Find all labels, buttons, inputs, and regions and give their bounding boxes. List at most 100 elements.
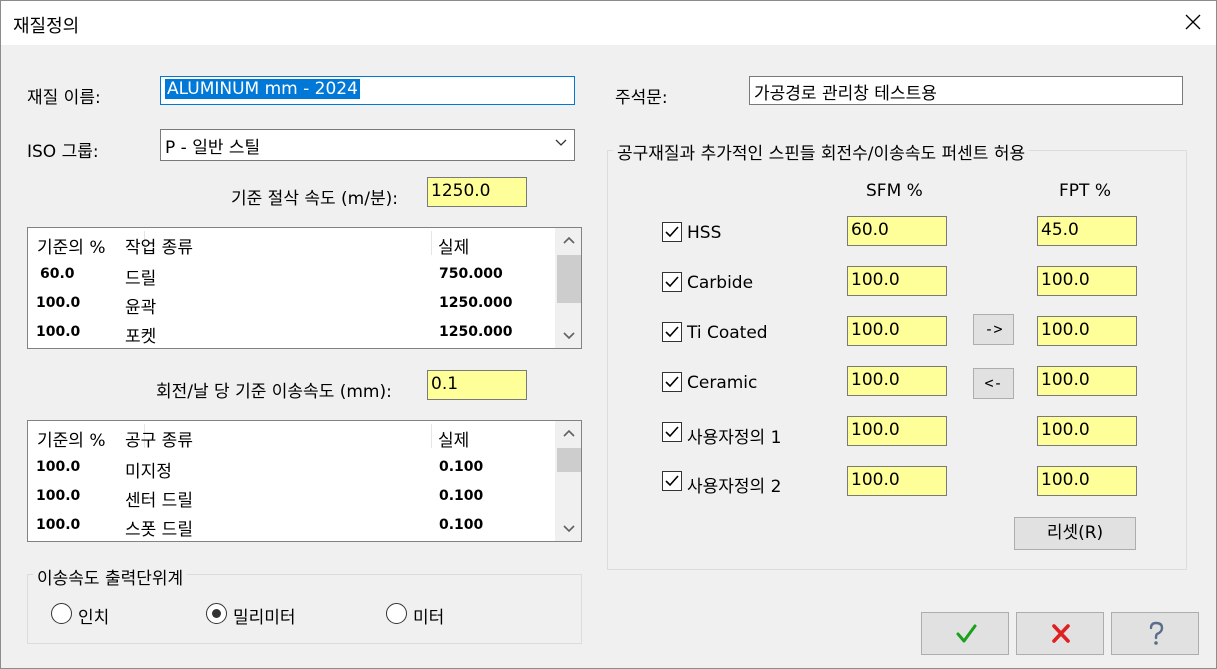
scroll-up-icon[interactable] (556, 421, 582, 447)
tool-types-list[interactable]: 기준의 % 공구 종류 실제 100.0 미지정 0.100 100.0 센터 … (27, 420, 582, 542)
close-icon (1185, 14, 1201, 30)
help-button[interactable] (1111, 612, 1199, 655)
checkmark-icon (665, 226, 679, 238)
vertical-scrollbar[interactable] (555, 228, 581, 348)
base-cut-speed-label: 기준 절삭 속도 (m/분): (231, 189, 398, 209)
actual-cell: 750.000 (439, 266, 503, 282)
tool-type-cell: 센터 드릴 (125, 491, 193, 511)
radio-meter[interactable] (386, 603, 407, 624)
checkmark-icon (665, 326, 679, 338)
ceramic-sfm-field[interactable]: 100.0 (847, 366, 947, 396)
table-row[interactable]: 60.0 드릴 750.000 (28, 259, 555, 289)
feed-unit-group-title: 이송속도 출력단위계 (33, 564, 188, 589)
operations-list[interactable]: 기준의 % 작업 종류 실제 60.0 드릴 750.000 100.0 윤곽 … (27, 227, 582, 349)
reset-button[interactable]: 리셋(R) (1014, 517, 1136, 550)
material-definition-dialog: 재질정의 재질 이름: ALUMINUM mm - 2024 주석문: 가공경로… (0, 0, 1217, 669)
table-row[interactable]: 100.0 윤곽 1250.000 (28, 288, 555, 318)
checkmark-icon (665, 376, 679, 388)
user-defined-2-fpt-field[interactable]: 100.0 (1037, 466, 1137, 496)
actual-cell: 0.100 (439, 459, 484, 475)
radio-millimeter[interactable] (206, 603, 227, 624)
radio-inch[interactable] (51, 603, 72, 624)
scroll-up-icon[interactable] (556, 228, 582, 254)
actual-cell: 0.100 (439, 488, 484, 504)
table-row[interactable]: 100.0 스폿 드릴 0.100 (28, 510, 555, 540)
carbide-checkbox[interactable] (662, 272, 682, 292)
ti-coated-fpt-field[interactable]: 100.0 (1037, 316, 1137, 346)
iso-group-label: ISO 그룹: (27, 142, 99, 162)
copy-left-button[interactable]: <- (973, 368, 1014, 399)
carbide-fpt-field[interactable]: 100.0 (1037, 266, 1137, 296)
user-defined-1-fpt-field[interactable]: 100.0 (1037, 416, 1137, 446)
ti-coated-checkbox[interactable] (662, 322, 682, 342)
column-header[interactable]: 기준의 % (37, 233, 105, 258)
carbide-label[interactable]: Carbide (687, 273, 753, 293)
comment-field[interactable]: 가공경로 관리창 테스트용 (749, 76, 1183, 105)
hss-sfm-field[interactable]: 60.0 (847, 216, 947, 246)
close-button[interactable] (1170, 1, 1216, 45)
table-row[interactable]: 100.0 포켓 1250.000 (28, 317, 555, 347)
percent-cell: 100.0 (36, 324, 81, 340)
question-icon (1149, 621, 1164, 645)
percent-cell: 60.0 (40, 266, 75, 282)
base-feed-label: 회전/날 당 기준 이송속도 (mm): (156, 382, 392, 402)
radio-millimeter-label[interactable]: 밀리미터 (233, 603, 296, 628)
base-cut-speed-field[interactable]: 1250.0 (427, 177, 527, 207)
column-header[interactable]: 실제 (438, 426, 469, 451)
operation-cell: 포켓 (125, 327, 157, 347)
column-header[interactable]: 실제 (438, 233, 469, 258)
radio-meter-label[interactable]: 미터 (413, 603, 444, 628)
table-row[interactable]: 100.0 센터 드릴 0.100 (28, 481, 555, 511)
checkmark-icon (665, 475, 679, 487)
ti-coated-sfm-field[interactable]: 100.0 (847, 316, 947, 346)
table-row[interactable]: 100.0 미지정 0.100 (28, 452, 555, 482)
cancel-button[interactable] (1016, 612, 1104, 655)
percent-cell: 100.0 (36, 295, 81, 311)
ok-button[interactable] (921, 612, 1009, 655)
column-header[interactable]: 기준의 % (37, 426, 105, 451)
comment-label: 주석문: (615, 88, 668, 108)
material-name-label: 재질 이름: (27, 88, 101, 108)
column-header[interactable]: 작업 종류 (125, 233, 193, 258)
user-defined-2-sfm-field[interactable]: 100.0 (847, 466, 947, 496)
chevron-down-icon (555, 139, 567, 146)
hss-checkbox[interactable] (662, 222, 682, 242)
tool-material-group-title: 공구재질과 추가적인 스핀들 회전수/이송속도 퍼센트 허용 (613, 139, 1030, 164)
checkmark-icon (665, 276, 679, 288)
user-defined-1-label[interactable]: 사용자정의 1 (687, 423, 781, 448)
operation-cell: 윤곽 (125, 298, 157, 318)
column-header[interactable]: 공구 종류 (125, 426, 193, 451)
ceramic-checkbox[interactable] (662, 372, 682, 392)
radio-inch-label[interactable]: 인치 (78, 603, 109, 628)
hss-fpt-field[interactable]: 45.0 (1037, 216, 1137, 246)
actual-cell: 1250.000 (439, 295, 513, 311)
ti-coated-label[interactable]: Ti Coated (687, 323, 768, 343)
base-feed-field[interactable]: 0.1 (427, 370, 527, 400)
x-icon (1052, 624, 1070, 643)
iso-group-select[interactable]: P - 일반 스틸 (160, 129, 575, 161)
scroll-thumb[interactable] (557, 255, 581, 303)
title-bar: 재질정의 (1, 1, 1216, 45)
tool-type-cell: 스폿 드릴 (125, 520, 193, 540)
scroll-thumb[interactable] (557, 448, 581, 472)
carbide-sfm-field[interactable]: 100.0 (847, 266, 947, 296)
user-defined-2-checkbox[interactable] (662, 471, 682, 491)
percent-cell: 100.0 (36, 488, 81, 504)
operations-list-header: 기준의 % 작업 종류 실제 (28, 228, 581, 258)
checkmark-icon (956, 624, 977, 643)
user-defined-1-sfm-field[interactable]: 100.0 (847, 416, 947, 446)
tool-types-list-header: 기준의 % 공구 종류 실제 (28, 421, 581, 451)
scroll-down-icon[interactable] (556, 322, 582, 348)
ceramic-fpt-field[interactable]: 100.0 (1037, 366, 1137, 396)
scroll-down-icon[interactable] (556, 515, 582, 541)
ceramic-label[interactable]: Ceramic (687, 373, 757, 393)
hss-label[interactable]: HSS (687, 223, 721, 243)
user-defined-1-checkbox[interactable] (662, 422, 682, 442)
copy-right-button[interactable]: -> (973, 314, 1014, 345)
material-name-field[interactable]: ALUMINUM mm - 2024 (160, 76, 575, 105)
vertical-scrollbar[interactable] (555, 421, 581, 541)
checkmark-icon (665, 426, 679, 438)
user-defined-2-label[interactable]: 사용자정의 2 (687, 472, 781, 497)
operation-cell: 드릴 (125, 269, 157, 289)
percent-cell: 100.0 (36, 517, 81, 533)
